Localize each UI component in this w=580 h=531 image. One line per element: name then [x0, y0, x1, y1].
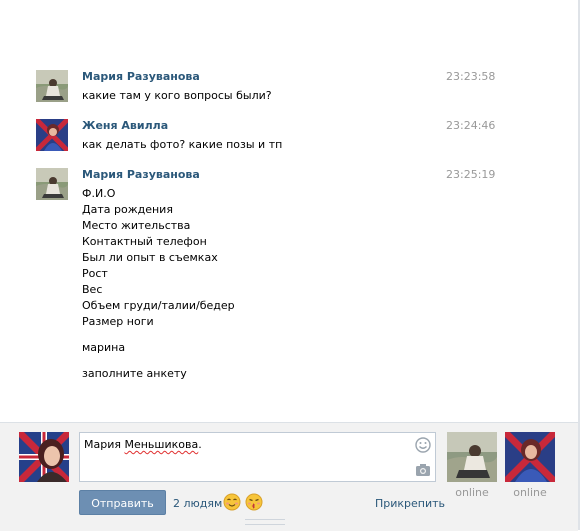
participant-zhenya[interactable]: online: [505, 432, 555, 499]
camera-icon[interactable]: [415, 463, 431, 477]
message-item: Мария Разуванова 23:25:19 Ф.И.О Дата рож…: [36, 168, 496, 388]
attach-link[interactable]: Прикрепить: [375, 497, 445, 510]
message-author[interactable]: Мария Разуванова: [82, 70, 200, 83]
emoji-kiss-icon[interactable]: [245, 493, 263, 511]
message-text: Был ли опыт в съемках: [82, 251, 218, 264]
message-text: как делать фото? какие позы и тп: [82, 138, 283, 151]
participant-photo[interactable]: [505, 432, 555, 482]
avatar-maria[interactable]: [36, 168, 68, 200]
message-text: Контактный телефон: [82, 235, 207, 248]
participant-status: online: [513, 486, 547, 499]
message-text: Рост: [82, 267, 108, 280]
message-text: Размер ноги: [82, 315, 154, 328]
emoji-smile-icon[interactable]: [223, 493, 241, 511]
message-input[interactable]: Мария Меньшикова.: [79, 432, 436, 482]
message-input-text[interactable]: Мария Меньшикова.: [84, 438, 202, 451]
avatar-maria[interactable]: [36, 70, 68, 102]
smile-icon[interactable]: [415, 437, 431, 453]
my-avatar[interactable]: [19, 432, 69, 482]
message-text: какие там у кого вопросы были?: [82, 89, 272, 102]
resize-handle[interactable]: [245, 519, 285, 525]
message-item: Женя Авилла 23:24:46 как делать фото? ка…: [36, 119, 496, 155]
message-text: Дата рождения: [82, 203, 173, 216]
message-text: заполните анкету: [82, 367, 187, 380]
message-text: Ф.И.О: [82, 187, 116, 200]
message-text: Место жительства: [82, 219, 191, 232]
compose-panel: Мария Меньшикова. Отправить 2 людям Прик: [0, 422, 578, 531]
message-author[interactable]: Мария Разуванова: [82, 168, 200, 181]
recipients-link[interactable]: 2 людям: [173, 497, 222, 510]
message-time: 23:25:19: [446, 168, 496, 181]
message-time: 23:24:46: [446, 119, 496, 132]
participant-maria[interactable]: online: [447, 432, 497, 499]
participant-photo[interactable]: [447, 432, 497, 482]
avatar-zhenya[interactable]: [36, 119, 68, 151]
message-time: 23:23:58: [446, 70, 496, 83]
message-item: Мария Разуванова 23:23:58 какие там у ко…: [36, 70, 496, 106]
message-text: Вес: [82, 283, 103, 296]
message-author[interactable]: Женя Авилла: [82, 119, 168, 132]
message-text: марина: [82, 341, 126, 354]
send-button[interactable]: Отправить: [79, 490, 166, 515]
message-history[interactable]: Мария Разуванова 23:23:58 какие там у ко…: [0, 0, 578, 422]
participant-status: online: [455, 486, 489, 499]
message-text: Объем груди/талии/бедер: [82, 299, 235, 312]
